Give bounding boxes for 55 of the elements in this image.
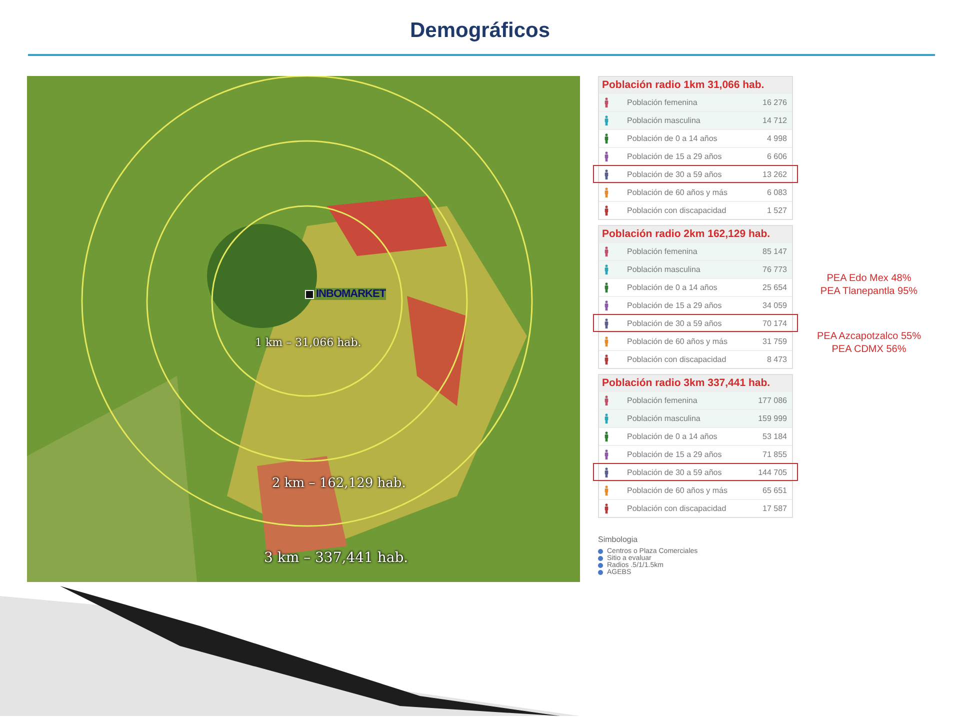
table-title: Población radio 1km 31,066 hab.: [599, 77, 792, 93]
row-value: 53 184: [762, 432, 787, 441]
row-value: 4 998: [766, 134, 787, 143]
row-value: 34 059: [762, 301, 787, 310]
row-label: Población de 15 a 29 años: [627, 152, 723, 161]
table-title: Población radio 2km 162,129 hab.: [599, 226, 792, 242]
row-value: 159 999: [758, 414, 787, 423]
table-title: Población radio 3km 337,441 hab.: [599, 375, 792, 391]
legend-title: Simbologia: [598, 535, 639, 544]
row-value: 85 147: [762, 247, 787, 256]
row-value: 71 855: [762, 450, 787, 459]
row-value: 13 262: [762, 170, 787, 179]
row-label: Población masculina: [627, 116, 702, 125]
row-label: Población femenina: [627, 396, 698, 405]
row-value: 25 654: [762, 283, 787, 292]
row-value: 1 527: [766, 206, 787, 215]
row-value: 65 651: [762, 486, 787, 495]
row-label: Población de 60 años y más: [627, 486, 729, 495]
row-label: Población con discapacidad: [627, 504, 728, 513]
row-label: Población masculina: [627, 414, 702, 423]
row-label: Población de 0 a 14 años: [627, 134, 718, 143]
row-label: Población de 15 a 29 años: [627, 450, 723, 459]
row-label: Población de 15 a 29 años: [627, 301, 723, 310]
row-label: Población con discapacidad: [627, 206, 728, 215]
row-value: 6 083: [766, 188, 787, 197]
row-label: Población de 30 a 59 años: [627, 319, 723, 328]
row-label: Población femenina: [627, 98, 698, 107]
pea-note: PEA Tlanepantla 95%: [820, 285, 918, 298]
row-value: 8 473: [766, 355, 787, 364]
radius-label: 2 km – 162,129 hab.: [272, 476, 406, 491]
row-label: Población de 60 años y más: [627, 337, 729, 346]
row-label: Población masculina: [627, 265, 702, 274]
row-value: 144 705: [758, 468, 787, 477]
row-value: 31 759: [762, 337, 787, 346]
radius-label: 3 km – 337,441 hab.: [264, 550, 408, 566]
row-label: Población con discapacidad: [627, 355, 728, 364]
row-label: Población femenina: [627, 247, 698, 256]
marker-label: INBOMARKET: [316, 288, 386, 300]
row-value: 16 276: [762, 98, 787, 107]
row-value: 6 606: [766, 152, 787, 161]
pea-note: PEA Edo Mex 48%: [826, 272, 912, 285]
row-label: Población de 60 años y más: [627, 188, 729, 197]
row-label: Población de 0 a 14 años: [627, 283, 718, 292]
row-value: 76 773: [762, 265, 787, 274]
row-label: Población de 0 a 14 años: [627, 432, 718, 441]
row-label: Población de 30 a 59 años: [627, 170, 723, 179]
row-value: 177 086: [758, 396, 787, 405]
row-value: 17 587: [762, 504, 787, 513]
row-value: 14 712: [762, 116, 787, 125]
radius-label: 1 km – 31,066 hab.: [255, 336, 362, 349]
row-value: 70 174: [762, 319, 787, 328]
slide-title: Demográficos: [410, 18, 550, 43]
row-label: Población de 30 a 59 años: [627, 468, 723, 477]
pea-note: PEA CDMX 56%: [832, 343, 906, 356]
pea-note: PEA Azcapotzalco 55%: [817, 330, 921, 343]
